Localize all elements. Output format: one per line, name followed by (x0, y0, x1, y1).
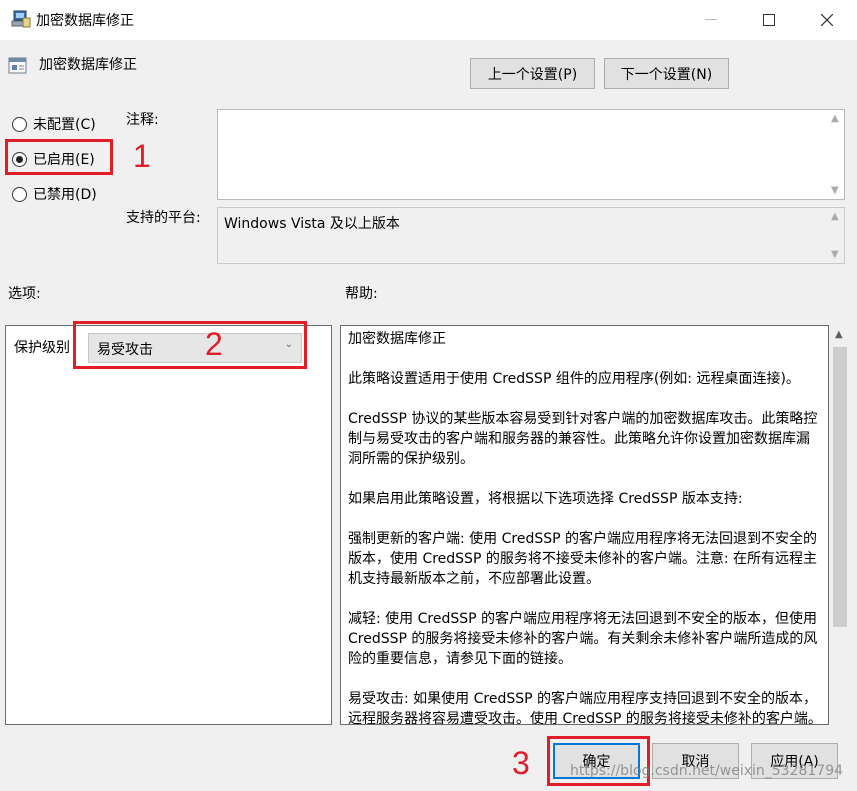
supported-platform-value: Windows Vista 及以上版本 (224, 216, 400, 232)
radio-circle[interactable] (12, 116, 27, 132)
platform-scrollbar[interactable]: ▲ ▼ (827, 208, 844, 263)
help-paragraph: 加密数据库修正 (348, 331, 446, 347)
help-paragraph: CredSSP 协议的某些版本容易受到针对客户端的加密数据库攻击。此策略控制与易… (348, 411, 818, 467)
scrollbar-thumb[interactable] (833, 347, 847, 627)
comment-scrollbar[interactable]: ▲ ▼ (827, 110, 844, 199)
help-text: 加密数据库修正 此策略设置适用于使用 CredSSP 组件的应用程序(例如: 远… (341, 326, 828, 725)
radio-disabled-label: 已禁用(D) (33, 187, 97, 203)
help-scrollbar[interactable]: ▲ (830, 325, 850, 725)
previous-setting-button[interactable]: 上一个设置(P) (470, 58, 595, 89)
title-bar: 加密数据库修正 (0, 0, 857, 40)
maximize-icon (763, 14, 775, 26)
watermark-text: https://blog.csdn.net/weixin_53281794 (570, 763, 844, 779)
help-label: 帮助: (345, 286, 378, 302)
supported-platform-field: Windows Vista 及以上版本 ▲ ▼ (217, 207, 845, 264)
help-paragraph: 易受攻击: 如果使用 CredSSP 的客户端应用程序支持回退到不安全的版本，远… (348, 691, 822, 725)
maximize-button[interactable] (740, 0, 798, 40)
supported-platform-label: 支持的平台: (126, 210, 201, 226)
scroll-down-icon[interactable]: ▼ (831, 185, 839, 196)
scroll-up-icon[interactable]: ▲ (831, 211, 839, 222)
help-paragraph: 减轻: 使用 CredSSP 的客户端应用程序将无法回退到不安全的版本，但使用 … (348, 611, 818, 667)
minimize-icon (705, 19, 717, 20)
window-title: 加密数据库修正 (36, 13, 134, 29)
radio-not-configured-label: 未配置(C) (33, 117, 96, 133)
annotation-number-2: 2 (205, 326, 223, 362)
minimize-button[interactable] (682, 0, 740, 40)
help-paragraph: 如果启用此策略设置，将根据以下选项选择 CredSSP 版本支持: (348, 491, 743, 507)
help-panel: 加密数据库修正 此策略设置适用于使用 CredSSP 组件的应用程序(例如: 远… (340, 325, 829, 725)
comment-textarea[interactable]: ▲ ▼ (217, 109, 845, 200)
radio-circle[interactable] (12, 186, 27, 202)
options-label: 选项: (8, 286, 41, 302)
annotation-number-1: 1 (133, 138, 151, 174)
policy-window-icon (11, 9, 31, 29)
close-button[interactable] (798, 0, 856, 40)
next-setting-button[interactable]: 下一个设置(N) (604, 58, 729, 89)
help-paragraph: 强制更新的客户端: 使用 CredSSP 的客户端应用程序将无法回退到不安全的版… (348, 531, 818, 587)
close-icon (821, 14, 833, 26)
radio-not-configured[interactable]: 未配置(C) (12, 114, 96, 134)
comment-label: 注释: (126, 112, 159, 128)
policy-name: 加密数据库修正 (39, 57, 137, 73)
annotation-box-protection (73, 321, 307, 369)
scroll-up-icon[interactable]: ▲ (831, 113, 839, 124)
annotation-box-enabled (5, 139, 113, 175)
options-panel: 保护级别 易受攻击 ⌄ (5, 325, 332, 725)
annotation-number-3: 3 (512, 745, 530, 781)
protection-level-label: 保护级别 (14, 340, 70, 356)
scroll-down-icon[interactable]: ▼ (831, 249, 839, 260)
radio-disabled[interactable]: 已禁用(D) (12, 184, 97, 204)
help-paragraph: 此策略设置适用于使用 CredSSP 组件的应用程序(例如: 远程桌面连接)。 (348, 371, 800, 387)
scroll-up-icon[interactable]: ▲ (835, 329, 843, 340)
policy-setting-icon (8, 56, 28, 76)
